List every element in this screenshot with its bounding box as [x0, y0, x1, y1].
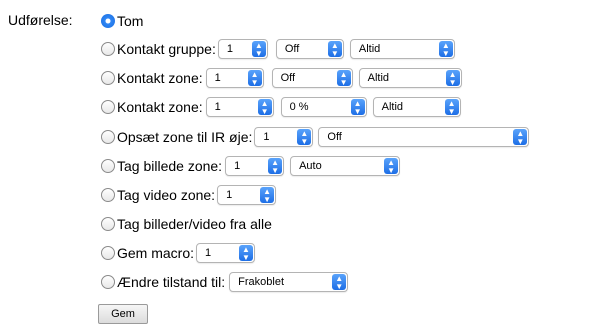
select-dim-schedule[interactable]: Altid ▲ ▼	[372, 97, 461, 117]
radio-empty[interactable]	[101, 14, 115, 28]
radio-video-zone[interactable]	[101, 188, 115, 202]
option-label-capture-all: Tag billeder/video fra alle	[117, 216, 272, 232]
option-label-photo-zone: Tag billede zone:	[117, 158, 223, 174]
option-row-contact-group[interactable]: Kontakt gruppe: 1 ▲ ▼ Off ▲ ▼ Altid ▲ ▼	[101, 38, 455, 60]
option-row-capture-all[interactable]: Tag billeder/video fra alle	[101, 213, 272, 235]
select-zone-schedule[interactable]: Altid ▲ ▼	[358, 68, 462, 88]
radio-contact-zone-switch[interactable]	[101, 71, 115, 85]
execution-label: Udførelse:	[8, 12, 73, 28]
option-label-empty: Tom	[117, 13, 144, 29]
select-ir-zone-number[interactable]: 1 ▲ ▼	[254, 127, 314, 147]
updown-chevron-icon: ▲ ▼	[384, 158, 399, 175]
updown-chevron-icon: ▲ ▼	[257, 99, 272, 116]
select-photo-mode[interactable]: Auto ▲ ▼	[290, 156, 401, 176]
select-group-state[interactable]: Off ▲ ▼	[275, 39, 344, 59]
option-row-empty[interactable]: Tom	[101, 10, 143, 32]
updown-chevron-icon: ▲ ▼	[445, 70, 460, 87]
select-video-zone-number[interactable]: 1 ▲ ▼	[217, 185, 277, 205]
radio-contact-zone-dim[interactable]	[101, 100, 115, 114]
option-row-ir-zone[interactable]: Opsæt zone til IR øje: 1 ▲ ▼ Off ▲ ▼	[101, 126, 530, 148]
option-label-contact-zone-switch: Kontakt zone:	[117, 70, 203, 86]
option-row-contact-zone-dim[interactable]: Kontakt zone: 1 ▲ ▼ 0 % ▲ ▼ Altid ▲ ▼	[101, 96, 461, 118]
updown-chevron-icon: ▲ ▼	[513, 129, 528, 146]
radio-save-macro[interactable]	[101, 246, 115, 260]
select-zone-number[interactable]: 1 ▲ ▼	[205, 68, 264, 88]
updown-chevron-icon: ▲ ▼	[251, 41, 266, 58]
updown-chevron-icon: ▲ ▼	[350, 99, 365, 116]
updown-chevron-icon: ▲ ▼	[297, 129, 312, 146]
updown-chevron-icon: ▲ ▼	[247, 70, 262, 87]
select-dim-level[interactable]: 0 % ▲ ▼	[280, 97, 367, 117]
option-row-video-zone[interactable]: Tag video zone: 1 ▲ ▼	[101, 184, 277, 206]
radio-capture-all[interactable]	[101, 217, 115, 231]
updown-chevron-icon: ▲ ▼	[268, 158, 283, 175]
select-dim-zone-number[interactable]: 1 ▲ ▼	[205, 97, 274, 117]
radio-photo-zone[interactable]	[101, 159, 115, 173]
updown-chevron-icon: ▲ ▼	[332, 274, 347, 291]
radio-ir-zone[interactable]	[101, 130, 115, 144]
option-label-ir-zone: Opsæt zone til IR øje:	[117, 129, 253, 145]
updown-chevron-icon: ▲ ▼	[239, 245, 254, 262]
updown-chevron-icon: ▲ ▼	[438, 41, 453, 58]
save-button[interactable]: Gem	[98, 304, 148, 324]
select-ir-state[interactable]: Off ▲ ▼	[318, 127, 530, 147]
select-photo-zone-number[interactable]: 1 ▲ ▼	[225, 156, 285, 176]
radio-contact-group[interactable]	[101, 42, 115, 56]
option-label-contact-zone-dim: Kontakt zone:	[117, 99, 203, 115]
radio-change-state[interactable]	[101, 275, 115, 289]
select-system-state[interactable]: Frakoblet ▲ ▼	[229, 272, 349, 292]
option-row-contact-zone-switch[interactable]: Kontakt zone: 1 ▲ ▼ Off ▲ ▼ Altid ▲ ▼	[101, 67, 462, 89]
updown-chevron-icon: ▲ ▼	[444, 99, 459, 116]
option-label-change-state: Ændre tilstand til:	[117, 274, 226, 290]
updown-chevron-icon: ▲ ▼	[327, 41, 342, 58]
select-macro-number[interactable]: 1 ▲ ▼	[196, 243, 256, 263]
option-row-photo-zone[interactable]: Tag billede zone: 1 ▲ ▼ Auto ▲ ▼	[101, 155, 401, 177]
option-row-save-macro[interactable]: Gem macro: 1 ▲ ▼	[101, 242, 256, 264]
option-label-save-macro: Gem macro:	[117, 245, 195, 261]
option-row-change-state[interactable]: Ændre tilstand til: Frakoblet ▲ ▼	[101, 271, 349, 293]
option-label-contact-group: Kontakt gruppe:	[117, 41, 216, 57]
option-label-video-zone: Tag video zone:	[117, 187, 216, 203]
updown-chevron-icon: ▲ ▼	[260, 187, 275, 204]
select-group-number[interactable]: 1 ▲ ▼	[217, 39, 268, 59]
select-zone-state[interactable]: Off ▲ ▼	[271, 68, 353, 88]
select-group-schedule[interactable]: Altid ▲ ▼	[349, 39, 455, 59]
updown-chevron-icon: ▲ ▼	[336, 70, 351, 87]
